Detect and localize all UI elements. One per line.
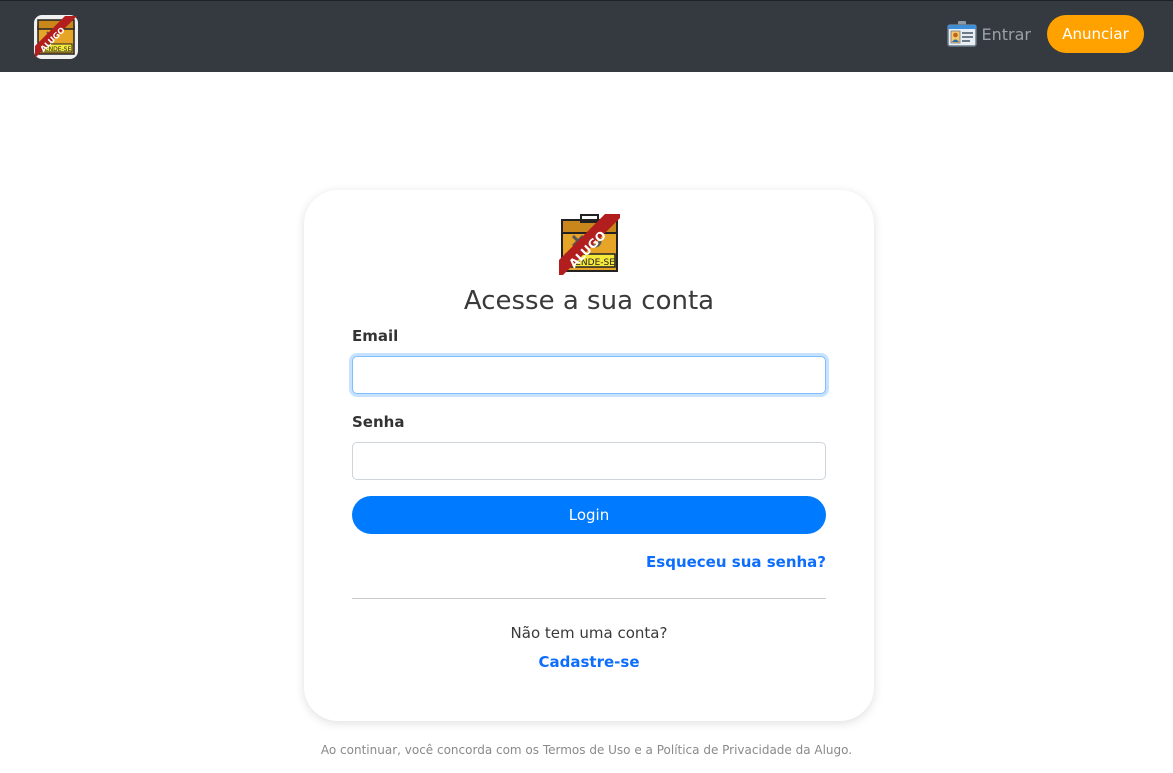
password-label: Senha: [352, 413, 405, 431]
login-link[interactable]: Entrar: [946, 21, 1031, 47]
alugo-logo[interactable]: VENDE-SE ALUGO: [33, 14, 79, 60]
password-field[interactable]: [352, 442, 826, 480]
forgot-password-link[interactable]: Esqueceu sua senha?: [646, 553, 826, 571]
top-navbar: VENDE-SE ALUGO Entrar Anunciar: [0, 0, 1173, 72]
advertise-button[interactable]: Anunciar: [1047, 15, 1144, 53]
terms-notice: Ao continuar, você concorda com os Termo…: [320, 743, 853, 757]
id-card-icon: [946, 21, 977, 47]
signup-link[interactable]: Cadastre-se: [304, 653, 874, 671]
alugo-card-logo: VENDE-SE ALUGO: [559, 214, 620, 275]
login-title: Acesse a sua conta: [463, 286, 715, 316]
divider: [352, 598, 826, 599]
nav-actions: Entrar Anunciar: [946, 15, 1144, 53]
email-label: Email: [352, 327, 399, 345]
no-account-text: Não tem uma conta?: [510, 624, 668, 642]
email-field[interactable]: [352, 356, 826, 394]
login-link-label: Entrar: [981, 24, 1031, 44]
login-card: VENDE-SE ALUGO Acesse a sua conta Email …: [304, 190, 874, 721]
login-button[interactable]: Login: [352, 496, 826, 534]
